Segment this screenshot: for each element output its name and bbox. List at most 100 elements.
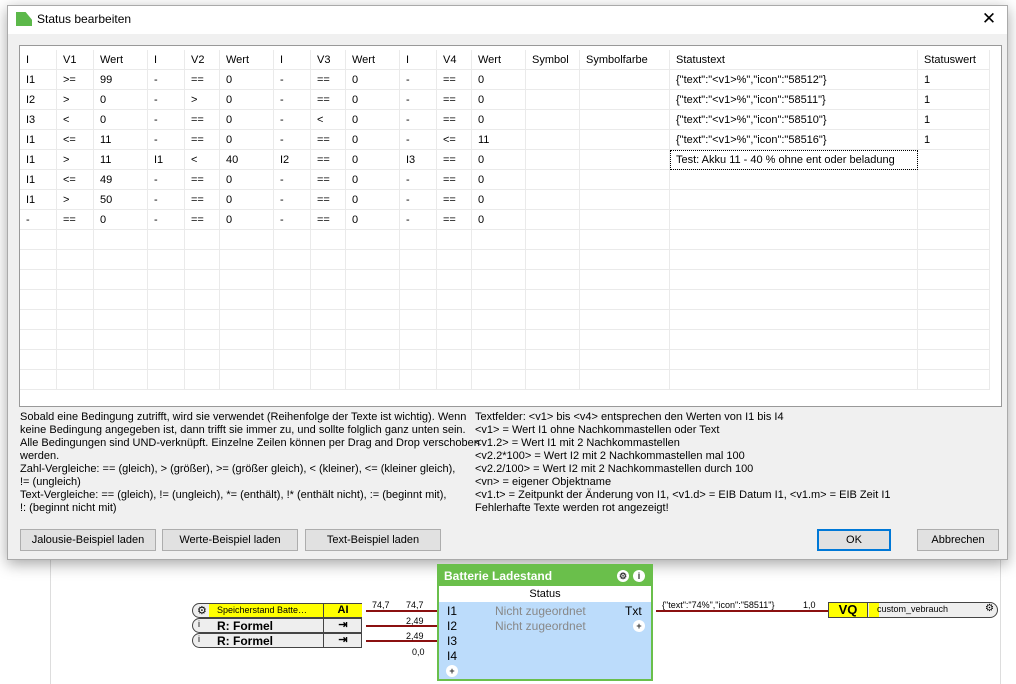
- input-port-i2[interactable]: I2: [447, 619, 457, 633]
- table-cell[interactable]: {"text":"<v1>%","icon":"58516"}: [670, 130, 918, 150]
- table-cell[interactable]: 40: [220, 150, 274, 170]
- table-cell[interactable]: >: [57, 150, 94, 170]
- table-cell[interactable]: 1: [918, 70, 990, 90]
- table-cell[interactable]: -: [400, 130, 437, 150]
- table-cell[interactable]: ==: [437, 190, 472, 210]
- table-cell[interactable]: -: [148, 210, 185, 230]
- table-cell[interactable]: <=: [57, 130, 94, 150]
- gear-icon[interactable]: ⚙: [985, 603, 994, 614]
- table-cell[interactable]: -: [148, 70, 185, 90]
- table-cell[interactable]: I1: [20, 170, 57, 190]
- table-cell[interactable]: -: [274, 210, 311, 230]
- table-cell[interactable]: 0: [220, 130, 274, 150]
- source-block-formel-2[interactable]: i R: Formel ⇥: [192, 633, 362, 648]
- table-cell[interactable]: [918, 210, 990, 230]
- table-cell[interactable]: 0: [346, 90, 400, 110]
- table-cell[interactable]: ==: [311, 70, 346, 90]
- table-cell[interactable]: {"text":"<v1>%","icon":"58512"}: [670, 70, 918, 90]
- table-cell[interactable]: I1: [148, 150, 185, 170]
- table-cell[interactable]: 0: [472, 90, 526, 110]
- table-cell[interactable]: 11: [94, 130, 148, 150]
- load-values-example-button[interactable]: Werte-Beispiel laden: [162, 529, 298, 551]
- table-cell[interactable]: ==: [311, 130, 346, 150]
- table-cell[interactable]: [918, 190, 990, 210]
- table-cell[interactable]: -: [274, 170, 311, 190]
- table-cell[interactable]: ==: [311, 170, 346, 190]
- source-block-formel-1[interactable]: i R: Formel ⇥: [192, 618, 362, 633]
- table-cell[interactable]: I1: [20, 150, 57, 170]
- table-row[interactable]: I1 <= 49- == 0- == 0- == 0: [20, 170, 990, 190]
- table-cell[interactable]: [580, 210, 670, 230]
- table-cell[interactable]: [580, 110, 670, 130]
- table-cell[interactable]: {"text":"<v1>%","icon":"58510"}: [670, 110, 918, 130]
- table-cell[interactable]: 0: [346, 110, 400, 130]
- load-text-example-button[interactable]: Text-Beispiel laden: [305, 529, 441, 551]
- table-cell[interactable]: I1: [20, 130, 57, 150]
- table-cell[interactable]: I1: [20, 70, 57, 90]
- table-cell[interactable]: 0: [94, 90, 148, 110]
- table-cell[interactable]: -: [400, 110, 437, 130]
- table-cell[interactable]: -: [274, 90, 311, 110]
- table-cell[interactable]: -: [400, 210, 437, 230]
- table-cell[interactable]: 0: [472, 70, 526, 90]
- table-cell[interactable]: ==: [185, 210, 220, 230]
- table-cell[interactable]: ==: [185, 170, 220, 190]
- table-cell[interactable]: 0: [346, 210, 400, 230]
- table-cell[interactable]: >: [57, 190, 94, 210]
- table-cell[interactable]: -: [148, 90, 185, 110]
- table-cell[interactable]: I1: [20, 190, 57, 210]
- table-cell[interactable]: 0: [346, 170, 400, 190]
- table-cell[interactable]: 0: [346, 130, 400, 150]
- source-block-speicherstand[interactable]: ⚙ Speicherstand Batte… AI: [192, 603, 362, 618]
- load-jalousie-example-button[interactable]: Jalousie-Beispiel laden: [20, 529, 156, 551]
- table-cell[interactable]: [580, 130, 670, 150]
- table-cell[interactable]: <=: [57, 170, 94, 190]
- table-cell[interactable]: -: [148, 190, 185, 210]
- close-icon[interactable]: ✕: [979, 9, 999, 29]
- table-cell[interactable]: -: [148, 170, 185, 190]
- table-cell[interactable]: -: [400, 90, 437, 110]
- table-cell[interactable]: {"text":"<v1>%","icon":"58511"}: [670, 90, 918, 110]
- table-cell[interactable]: [526, 70, 580, 90]
- table-cell[interactable]: 0: [220, 190, 274, 210]
- table-cell[interactable]: ==: [437, 170, 472, 190]
- table-cell[interactable]: 0: [346, 70, 400, 90]
- table-cell[interactable]: Test: Akku 11 - 40 % ohne ent oder belad…: [670, 150, 918, 170]
- table-row[interactable]: I1 >= 99- == 0- == 0- == 0 {"text":"<v1>%","icon"…: [20, 70, 990, 90]
- table-cell[interactable]: -: [274, 70, 311, 90]
- table-cell[interactable]: -: [148, 110, 185, 130]
- table-cell[interactable]: ==: [185, 70, 220, 90]
- table-cell[interactable]: 99: [94, 70, 148, 90]
- table-cell[interactable]: 0: [472, 150, 526, 170]
- table-cell[interactable]: -: [148, 130, 185, 150]
- table-cell[interactable]: -: [400, 70, 437, 90]
- table-cell[interactable]: ==: [311, 150, 346, 170]
- table-cell[interactable]: 0: [346, 190, 400, 210]
- table-cell[interactable]: <: [311, 110, 346, 130]
- table-cell[interactable]: 0: [346, 150, 400, 170]
- table-row[interactable]: I1 <= 11- == 0- == 0- <= 11 {"text":"<v1>%","icon…: [20, 130, 990, 150]
- input-port-i4[interactable]: I4: [447, 649, 457, 663]
- add-output-icon[interactable]: +: [633, 620, 645, 632]
- table-cell[interactable]: 0: [94, 210, 148, 230]
- table-cell[interactable]: [580, 70, 670, 90]
- table-cell[interactable]: I3: [20, 110, 57, 130]
- table-cell[interactable]: 0: [220, 70, 274, 90]
- add-input-icon[interactable]: +: [446, 665, 458, 677]
- table-cell[interactable]: 1: [918, 110, 990, 130]
- table-cell[interactable]: >=: [57, 70, 94, 90]
- table-cell[interactable]: [580, 150, 670, 170]
- table-row[interactable]: - == 0- == 0- == 0- == 0: [20, 210, 990, 230]
- table-cell[interactable]: 50: [94, 190, 148, 210]
- input-port-i1[interactable]: I1: [447, 604, 457, 618]
- table-cell[interactable]: -: [274, 130, 311, 150]
- table-cell[interactable]: 0: [94, 110, 148, 130]
- table-cell[interactable]: ==: [437, 90, 472, 110]
- info-icon[interactable]: i: [633, 570, 645, 582]
- table-cell[interactable]: [580, 90, 670, 110]
- table-cell[interactable]: ==: [185, 190, 220, 210]
- table-cell[interactable]: ==: [437, 210, 472, 230]
- cancel-button[interactable]: Abbrechen: [917, 529, 999, 551]
- table-cell[interactable]: [670, 170, 918, 190]
- table-cell[interactable]: ==: [311, 210, 346, 230]
